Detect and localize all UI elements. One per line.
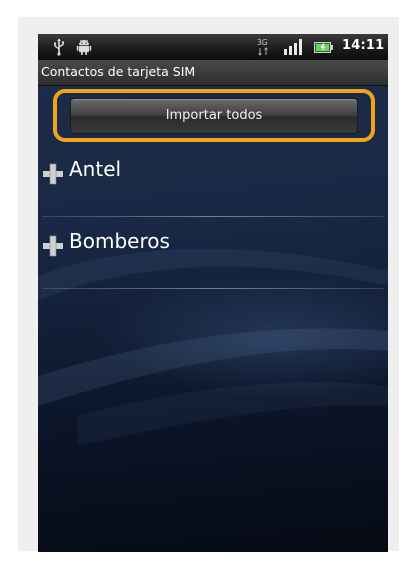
contacts-list[interactable]: Importar todos Antel Bomberos	[38, 86, 388, 552]
row-divider	[42, 288, 384, 289]
signal-icon	[284, 39, 302, 55]
status-time: 14:11	[342, 38, 385, 53]
contact-name: Antel	[69, 157, 122, 181]
plus-icon	[43, 235, 63, 257]
android-icon	[76, 39, 92, 55]
contact-row-bomberos[interactable]: Bomberos	[38, 217, 388, 288]
status-bar: 3G 14:11	[38, 34, 388, 60]
contact-name: Bomberos	[69, 229, 170, 253]
contact-row-antel[interactable]: Antel	[38, 145, 388, 216]
battery-icon	[314, 42, 333, 53]
usb-icon	[54, 38, 65, 56]
svg-text:3G: 3G	[257, 38, 268, 47]
page-title: Contactos de tarjeta SIM	[41, 64, 196, 79]
import-all-button[interactable]: Importar todos	[70, 98, 358, 134]
title-bar: Contactos de tarjeta SIM	[38, 60, 388, 86]
phone-screen: 3G 14:11 Contactos de tarjeta SIM Import…	[38, 34, 388, 552]
plus-icon	[43, 163, 63, 185]
3g-icon: 3G	[257, 38, 268, 56]
